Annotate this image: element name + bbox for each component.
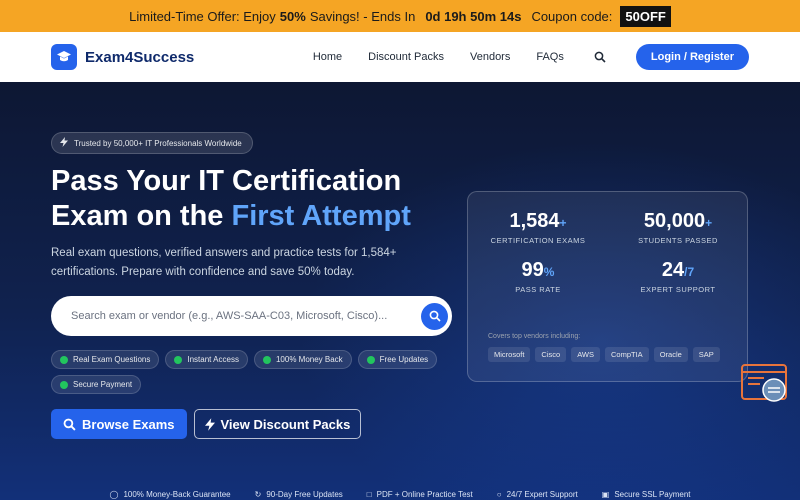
chip-instant-access: Instant Access <box>165 350 248 369</box>
feature-label: Secure SSL Payment <box>614 490 691 499</box>
chip-free-updates: Free Updates <box>357 350 438 369</box>
stat-value: 1,584 <box>509 210 560 232</box>
promo-prefix: Limited-Time Offer: Enjoy <box>129 8 276 24</box>
headset-icon: ○ <box>496 490 502 499</box>
stats-card: 1,584+ CERTIFICATION EXAMS 50,000+ STUDE… <box>467 191 748 382</box>
exam-search-input[interactable] <box>71 310 421 322</box>
chip-money-back: 100% Money Back <box>253 350 352 369</box>
stat-suffix: % <box>543 265 555 279</box>
stat-certification-exams: 1,584+ CERTIFICATION EXAMS <box>468 210 608 245</box>
feature-label: 24/7 Expert Support <box>506 490 578 499</box>
trust-badge-text: Trusted by 50,000+ IT Professionals Worl… <box>74 138 242 148</box>
hero-section: Trusted by 50,000+ IT Professionals Worl… <box>0 82 800 500</box>
chip-secure-payment: Secure Payment <box>51 375 142 394</box>
search-icon <box>63 418 76 431</box>
feature-label: 90-Day Free Updates <box>266 490 343 499</box>
stat-label: STUDENTS PASSED <box>638 236 718 245</box>
graduation-cap-icon <box>51 44 77 70</box>
stat-value: 99 <box>521 259 544 281</box>
refresh-icon: ↻ <box>254 490 262 499</box>
trust-badge: Trusted by 50,000+ IT Professionals Worl… <box>51 132 253 154</box>
search-icon[interactable] <box>590 47 610 67</box>
feature-support: ○ 24/7 Expert Support <box>497 490 578 499</box>
coupon-label: Coupon code: <box>531 8 613 24</box>
chat-widget-icon[interactable] <box>740 363 790 403</box>
stat-pass-rate: 99% PASS RATE <box>468 259 608 294</box>
feature-free-updates: ↻ 90-Day Free Updates <box>255 490 343 499</box>
vendor-oracle[interactable]: Oracle <box>653 347 688 362</box>
document-icon: □ <box>366 490 372 499</box>
stat-suffix: + <box>705 216 713 230</box>
login-register-button[interactable]: Login / Register <box>635 44 749 70</box>
feature-chips: Real Exam Questions Instant Access 100% … <box>51 350 451 394</box>
lock-icon: ▣ <box>601 490 610 499</box>
vendor-tags: Microsoft Cisco AWS CompTIA Oracle SAP <box>488 347 720 362</box>
countdown-timer: 0d 19h 50m 14s <box>425 8 522 24</box>
stat-label: CERTIFICATION EXAMS <box>490 236 586 245</box>
stat-label: PASS RATE <box>515 285 561 294</box>
feature-money-back: ◯ 100% Money-Back Guarantee <box>109 490 230 499</box>
nav-faqs[interactable]: FAQs <box>536 51 564 63</box>
vendor-comptia[interactable]: CompTIA <box>605 347 649 362</box>
stat-label: EXPERT SUPPORT <box>640 285 716 294</box>
brand-logo[interactable]: Exam4Success <box>51 44 194 70</box>
chip-label: Instant Access <box>187 355 239 364</box>
headline-line1: Pass Your IT Certification <box>51 165 402 197</box>
vendor-microsoft[interactable]: Microsoft <box>488 347 531 362</box>
top-nav: Exam4Success Home Discount Packs Vendors… <box>0 32 800 82</box>
exam-search-bar <box>51 296 452 336</box>
chip-real-exam-questions: Real Exam Questions <box>51 350 160 369</box>
headline-highlight: First Attempt <box>231 200 411 232</box>
stat-students-passed: 50,000+ STUDENTS PASSED <box>608 210 748 245</box>
stat-suffix: + <box>559 216 567 230</box>
page-title: Pass Your IT Certification Exam on the F… <box>51 164 471 234</box>
feature-label: 100% Money-Back Guarantee <box>123 490 231 499</box>
shield-icon: ◯ <box>109 490 119 499</box>
browse-exams-label: Browse Exams <box>82 416 175 432</box>
vendor-cisco[interactable]: Cisco <box>535 347 567 362</box>
chip-label: 100% Money Back <box>275 355 343 364</box>
vendor-sap[interactable]: SAP <box>692 347 720 362</box>
nav-home[interactable]: Home <box>313 51 342 63</box>
hero-lead: Real exam questions, verified answers an… <box>51 247 397 278</box>
feature-label: PDF + Online Practice Test <box>376 490 473 499</box>
promo-middle: Savings! - Ends In <box>309 8 416 24</box>
browse-exams-button[interactable]: Browse Exams <box>51 409 187 439</box>
chip-label: Secure Payment <box>73 380 133 389</box>
chip-label: Real Exam Questions <box>73 355 151 364</box>
headline-line2: Exam on the <box>51 200 224 232</box>
brand-name: Exam4Success <box>85 48 195 66</box>
lightning-icon <box>60 137 68 149</box>
stat-suffix: /7 <box>684 265 695 279</box>
coupon-code[interactable]: 50OFF <box>620 5 671 27</box>
check-icon <box>174 355 183 364</box>
nav-vendors[interactable]: Vendors <box>470 51 510 63</box>
view-discount-packs-label: View Discount Packs <box>220 416 351 432</box>
check-icon <box>60 380 68 389</box>
stat-expert-support: 24/7 EXPERT SUPPORT <box>608 259 748 294</box>
vendor-aws[interactable]: AWS <box>571 347 600 362</box>
check-icon <box>60 355 68 364</box>
promo-bar: Limited-Time Offer: Enjoy 50% Savings! -… <box>0 0 800 32</box>
feature-secure-payment: ▣ Secure SSL Payment <box>602 490 691 499</box>
feature-strip: ◯ 100% Money-Back Guarantee ↻ 90-Day Free … <box>0 490 800 499</box>
feature-practice-test: □ PDF + Online Practice Test <box>367 490 473 499</box>
search-submit-button[interactable] <box>421 302 448 330</box>
view-discount-packs-button[interactable]: View Discount Packs <box>193 409 362 439</box>
lightning-icon <box>204 417 215 431</box>
promo-percent: 50% <box>279 8 306 24</box>
nav-discount-packs[interactable]: Discount Packs <box>368 51 444 63</box>
vendors-title: Covers top vendors including: <box>488 333 581 340</box>
stat-value: 50,000 <box>643 210 706 232</box>
stat-value: 24 <box>661 259 685 281</box>
chip-label: Free Updates <box>379 355 429 364</box>
check-icon <box>366 355 375 364</box>
check-icon <box>262 355 271 364</box>
